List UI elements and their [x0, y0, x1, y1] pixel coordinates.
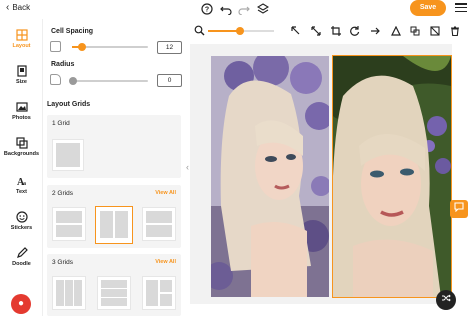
radius-icon [50, 74, 61, 85]
grid-cell [146, 280, 158, 306]
delete-icon[interactable] [450, 26, 460, 37]
swap-tool-icon[interactable] [410, 26, 420, 36]
grid-group-title: 2 Grids [52, 190, 73, 197]
rail-label: Layout [12, 43, 31, 49]
grid-group-title: 1 Grid [52, 120, 70, 127]
collage-photo-left[interactable] [211, 56, 329, 297]
zoom-icon [193, 25, 205, 37]
rail-item-layout[interactable]: Layout [0, 29, 43, 49]
svg-text:?: ? [205, 7, 209, 14]
grid-cell [101, 289, 127, 297]
rail-label: Backgrounds [3, 151, 40, 157]
grid-cell [56, 280, 64, 306]
grid-cell [56, 225, 82, 237]
cell-spacing-input[interactable]: 12 [157, 41, 182, 54]
layout-grids-heading: Layout Grids [47, 101, 91, 108]
grid-cell [100, 211, 113, 238]
grid-group-1: 1 Grid [47, 115, 181, 178]
view-all-link[interactable]: View All [155, 190, 176, 196]
zoom-slider-handle[interactable] [236, 27, 244, 35]
grid-cell [160, 280, 172, 292]
help-icon[interactable]: ? [201, 3, 213, 15]
grid-thumb-2-horizontal[interactable] [52, 207, 86, 241]
grid-thumb-3-mixed[interactable] [142, 276, 176, 310]
grid-group-title: 3 Grids [52, 259, 73, 266]
flip-tool-icon[interactable] [370, 26, 380, 36]
grid-cell [115, 211, 128, 238]
pointer-tool-icon[interactable] [291, 26, 301, 36]
photos-icon [15, 101, 28, 113]
shuffle-icon[interactable] [436, 290, 456, 310]
collage-photo-right[interactable] [332, 55, 452, 298]
smiley-icon [15, 211, 28, 223]
chevron-left-icon: ‹ [6, 1, 10, 13]
hamburger-menu-icon[interactable] [455, 3, 467, 13]
svg-text:a: a [23, 181, 26, 187]
rail-label: Doodle [12, 261, 31, 267]
rail-item-backgrounds[interactable]: Backgrounds [0, 137, 43, 157]
save-button[interactable]: Save [410, 0, 446, 16]
pen-icon [16, 247, 28, 259]
radius-input[interactable]: 0 [157, 74, 182, 87]
back-label: Back [12, 3, 31, 12]
grid-cell [160, 294, 172, 306]
rail-label: Text [16, 189, 27, 195]
rail-item-photos[interactable]: Photos [0, 101, 43, 121]
top-bar: ‹ Back ? Save [0, 0, 474, 19]
rotate-tool-icon[interactable] [350, 26, 360, 36]
layout-icon [15, 29, 28, 41]
adjust-tool-icon[interactable] [391, 25, 401, 36]
rail-item-doodle[interactable]: Doodle [0, 247, 43, 267]
support-chat-icon[interactable]: ● [11, 294, 31, 314]
grid-thumb-2-vertical[interactable] [95, 206, 133, 244]
radius-slider[interactable] [69, 77, 148, 85]
grid-cell [101, 280, 127, 288]
backgrounds-icon [15, 137, 28, 149]
grid-thumb-3-columns[interactable] [52, 276, 86, 310]
grid-cell [65, 280, 73, 306]
crop-tool-icon[interactable] [331, 26, 341, 36]
text-icon: Aa [16, 175, 28, 188]
rail-item-text[interactable]: Aa Text [0, 175, 43, 195]
radius-slider-handle[interactable] [69, 77, 77, 85]
rail-label: Photos [12, 115, 31, 121]
grid-cell [56, 143, 80, 167]
zoom-slider[interactable] [208, 27, 274, 35]
rail-label: Size [15, 79, 27, 85]
rail-item-stickers[interactable]: Stickers [0, 211, 43, 231]
view-all-link[interactable]: View All [155, 259, 176, 265]
resize-tool-icon[interactable] [311, 26, 321, 36]
grid-group-3: 3 Grids View All [47, 254, 181, 316]
collapse-panel-icon[interactable]: ‹ [186, 162, 189, 172]
redo-icon[interactable] [238, 3, 250, 16]
remove-image-icon[interactable] [430, 26, 440, 36]
feedback-icon[interactable] [450, 200, 468, 218]
grid-cell [101, 298, 127, 306]
grid-group-2: 2 Grids View All [47, 185, 181, 248]
layers-icon[interactable] [256, 3, 270, 15]
grid-thumb-3-rows[interactable] [97, 276, 131, 310]
back-button[interactable]: ‹ Back [6, 1, 31, 13]
grid-cell [146, 211, 172, 223]
size-icon [16, 65, 28, 77]
cell-spacing-slider-handle[interactable] [78, 43, 86, 51]
cell-spacing-icon [50, 41, 61, 52]
cell-spacing-label: Cell Spacing [51, 28, 94, 35]
rail-label: Stickers [10, 225, 33, 231]
cell-spacing-slider[interactable] [72, 43, 148, 51]
grid-cell [74, 280, 82, 306]
left-rail: Layout Size Photos Backgrounds Aa Text S… [0, 19, 43, 316]
rail-item-size[interactable]: Size [0, 65, 43, 85]
grid-thumb-1-single[interactable] [52, 139, 84, 171]
undo-icon[interactable] [220, 3, 232, 16]
grid-cell [56, 211, 82, 223]
grid-cell [146, 225, 172, 237]
radius-label: Radius [51, 61, 75, 68]
grid-thumb-2-horizontal-alt[interactable] [142, 207, 176, 241]
